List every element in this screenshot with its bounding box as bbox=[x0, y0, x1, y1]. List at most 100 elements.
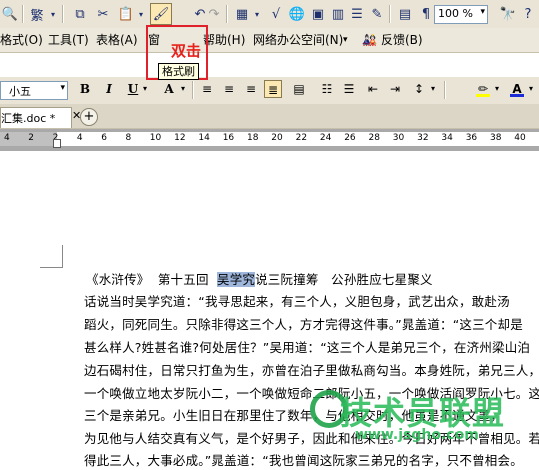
menu-table[interactable]: 表格(A) bbox=[96, 31, 138, 49]
formatting-toolbar: 小五 ▾ B I U ▾ A ▾ ≡ ≡ ≡ ≣ ▤ ☷ ☰ ⇤ ⇥ ↕ ▾ ✏… bbox=[0, 77, 539, 105]
find-icon[interactable]: 🔭 bbox=[498, 4, 518, 24]
feedback-icon[interactable]: 🎎 bbox=[362, 31, 377, 49]
chevron-down-icon[interactable]: ▾ bbox=[48, 4, 58, 24]
highlight-icon[interactable]: ✏ bbox=[474, 80, 492, 98]
menu-help[interactable]: 帮助(H) bbox=[203, 31, 245, 49]
doc-title-selected: 吴学究 bbox=[217, 272, 256, 287]
document-map-icon[interactable]: ▤ bbox=[395, 4, 415, 24]
chevron-down-icon[interactable]: ▾ bbox=[140, 80, 150, 98]
toolbar-separator bbox=[62, 5, 64, 23]
ruler-label: 14 bbox=[198, 133, 210, 143]
insert-table-icon[interactable]: ▦ bbox=[232, 4, 252, 24]
font-size-value: 小五 bbox=[9, 85, 31, 98]
toolbar-separator bbox=[22, 5, 24, 23]
ruler-label: 30 bbox=[392, 133, 405, 143]
help-icon[interactable]: ? bbox=[518, 4, 538, 24]
chevron-down-icon[interactable]: ▾ bbox=[492, 80, 502, 98]
print-preview-icon[interactable]: 🔍 bbox=[0, 4, 20, 24]
chevron-down-icon: ▾ bbox=[480, 7, 485, 17]
ruler-label: 18 bbox=[247, 133, 259, 143]
align-right-icon[interactable]: ≡ bbox=[242, 80, 260, 98]
italic-button[interactable]: I bbox=[100, 80, 118, 98]
toolbar-separator bbox=[444, 81, 446, 99]
tab-bar: 汇集.doc * ✕ + bbox=[0, 104, 539, 129]
increase-indent-icon[interactable]: ⇥ bbox=[386, 80, 404, 98]
indent-marker[interactable] bbox=[53, 139, 61, 148]
paragraph-line: 边石碣村住，日常只打鱼为生，亦曾在泊子里做私商勾当。本身姓阮，弟兄三人， bbox=[84, 363, 539, 378]
line-spacing-icon[interactable]: ↕ bbox=[410, 80, 428, 98]
align-left-icon[interactable]: ≡ bbox=[198, 80, 216, 98]
ruler-label: 38 bbox=[490, 133, 502, 143]
chevron-down-icon: ▾ bbox=[60, 83, 65, 93]
ruler-label: 4 bbox=[4, 133, 10, 143]
margin-corner bbox=[62, 245, 63, 267]
toolbar-separator bbox=[226, 5, 228, 23]
numbering-icon[interactable]: ☷ bbox=[318, 80, 336, 98]
decrease-indent-icon[interactable]: ⇤ bbox=[364, 80, 382, 98]
redo-icon[interactable]: ↷ bbox=[204, 4, 224, 24]
ruler-label: 10 bbox=[149, 133, 162, 143]
justify-icon[interactable]: ≣ bbox=[264, 80, 282, 98]
chart-icon[interactable]: ▥ bbox=[328, 4, 348, 24]
chevron-down-icon[interactable]: ▾ bbox=[178, 80, 188, 98]
menu-tools[interactable]: 工具(T) bbox=[48, 31, 89, 49]
chevron-down-icon[interactable]: ▾ bbox=[526, 80, 536, 98]
ruler-label: 8 bbox=[125, 133, 132, 143]
align-center-icon[interactable]: ≡ bbox=[220, 80, 238, 98]
ruler: 4 2 2 4 6 8 10 12 14 16 18 20 22 24 26 28 30 32 34 36 38 40 bbox=[0, 129, 539, 151]
ruler-label: 34 bbox=[441, 133, 453, 143]
traditional-chinese-label: 繁 bbox=[30, 8, 44, 24]
font-color-button[interactable]: A bbox=[160, 80, 178, 98]
chevron-down-icon[interactable]: ▾ bbox=[428, 80, 438, 98]
paste-icon[interactable]: 📋 bbox=[116, 4, 136, 24]
bold-button[interactable]: B bbox=[76, 80, 94, 98]
distributed-icon[interactable]: ▤ bbox=[290, 80, 308, 98]
formula-icon[interactable]: √ bbox=[266, 4, 286, 24]
image-icon[interactable]: ▣ bbox=[308, 4, 328, 24]
traditional-chinese-button[interactable]: 繁 bbox=[28, 4, 46, 24]
format-painter-tooltip: 格式刷 bbox=[158, 63, 199, 80]
menu-feedback[interactable]: 反馈(B) bbox=[381, 31, 423, 49]
font-color-a-icon[interactable]: A bbox=[508, 80, 526, 98]
paragraph-line: 话说当时吴学究道：“我寻思起来，有三个人，义胆包身，武艺出众，敢赴汤 bbox=[84, 294, 510, 309]
bullets-icon[interactable]: ☰ bbox=[340, 80, 358, 98]
menu-format[interactable]: 格式(O) bbox=[0, 31, 43, 49]
menu-bar: 格式(O) 工具(T) 表格(A) 窗 帮助(H) 网络办公空间(N) ▾ 🎎 … bbox=[0, 28, 539, 53]
new-tab-icon[interactable]: + bbox=[80, 108, 98, 126]
cut-icon[interactable]: ✂ bbox=[93, 4, 113, 24]
globe-icon[interactable]: 🌐 bbox=[287, 4, 307, 24]
paragraph-line: 得此三人，大事必成。”晁盖道：“我也曾闻这阮家三弟兄的名字，只不曾相会。 bbox=[84, 453, 523, 468]
ruler-label: 36 bbox=[465, 133, 478, 143]
double-click-annotation: 双击 bbox=[171, 42, 202, 60]
ruler-label: 12 bbox=[174, 133, 186, 143]
doc-title: 《水浒传》 第十五回 吴学究说三阮撞筹 公孙胜应七星聚义 bbox=[86, 271, 433, 289]
ruler-label: 16 bbox=[222, 133, 235, 143]
ruler-label: 40 bbox=[514, 133, 526, 143]
chevron-down-icon[interactable]: ▾ bbox=[136, 4, 146, 24]
toolbar-separator bbox=[389, 5, 391, 23]
format-painter-button[interactable]: 🖌 bbox=[150, 3, 172, 25]
columns-icon[interactable]: ☰ bbox=[347, 4, 367, 24]
menu-online-office[interactable]: 网络办公空间(N) bbox=[253, 31, 343, 49]
ruler-label: 24 bbox=[319, 133, 332, 143]
zoom-select[interactable]: 100 % ▾ bbox=[434, 5, 488, 24]
watermark-url: www.jsgho.com bbox=[355, 427, 479, 443]
chevron-down-icon[interactable]: ▾ bbox=[252, 4, 262, 24]
ruler-label: 20 bbox=[271, 133, 283, 143]
toolbar-separator bbox=[192, 81, 194, 99]
chevron-down-icon[interactable]: ▾ bbox=[343, 31, 348, 49]
font-size-select[interactable]: 小五 ▾ bbox=[0, 81, 68, 100]
standard-toolbar: 🔍 繁 ▾ ⧉ ✂ 📋 ▾ 🖌 双击 ↶ ↷ ▦ ▾ √ 🌐 ▣ ▥ ☰ ✎ ▤… bbox=[0, 0, 539, 80]
paragraph-line: 蹈火，同死同生。只除非得这三个人，方才完得这件事。”晁盖道：“这三个却是 bbox=[84, 317, 523, 332]
zoom-value: 100 % bbox=[438, 7, 473, 20]
ruler-label: 22 bbox=[295, 133, 308, 143]
paragraph-line: 甚么样人?姓甚名谁?何处居住？”吴用道：“这三个人是弟兄三个，在济州梁山泊 bbox=[84, 340, 531, 355]
margin-corner bbox=[40, 267, 63, 268]
drawing-icon[interactable]: ✎ bbox=[367, 4, 387, 24]
copy-icon[interactable]: ⧉ bbox=[70, 4, 90, 24]
ruler-label: 6 bbox=[101, 133, 107, 143]
ruler-label: 2 bbox=[28, 133, 35, 143]
doc-title-post: 说三阮撞筹 公孙胜应七星聚义 bbox=[255, 272, 433, 287]
tab-document[interactable]: 汇集.doc * bbox=[0, 107, 72, 128]
show-marks-icon[interactable]: ¶ bbox=[416, 4, 436, 24]
